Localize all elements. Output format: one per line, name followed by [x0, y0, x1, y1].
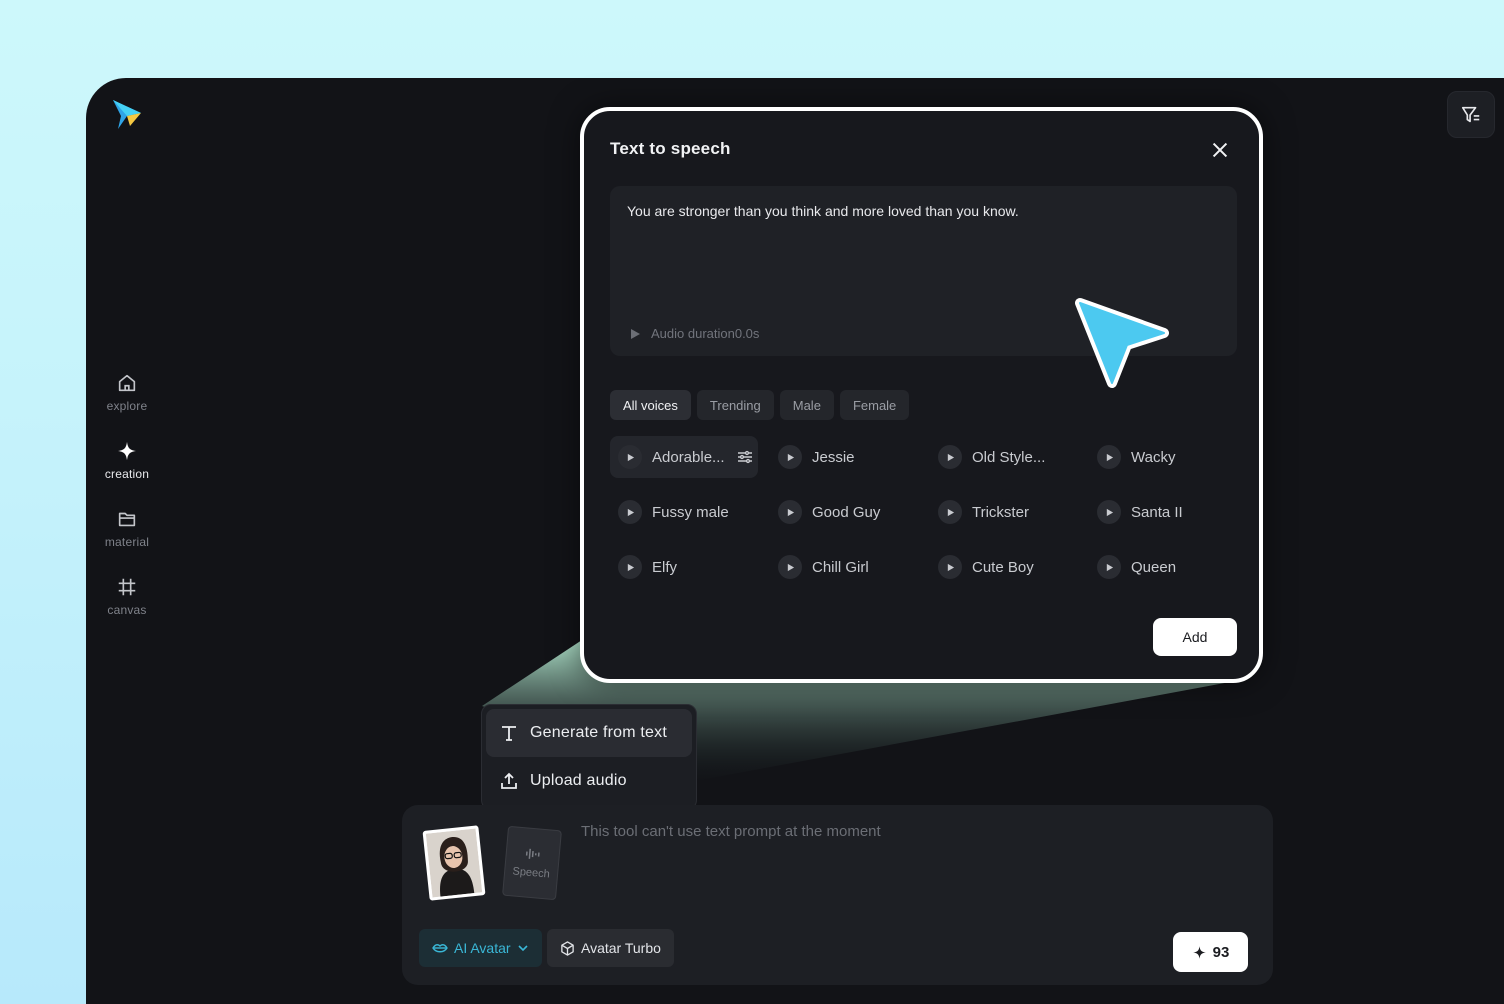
play-icon[interactable]: [778, 445, 802, 469]
voice-item[interactable]: Queen: [1089, 546, 1237, 588]
sidebar-item-material[interactable]: material: [86, 504, 168, 572]
filter-icon: [1461, 106, 1480, 122]
voice-name: Queen: [1131, 558, 1177, 576]
upload-icon: [501, 772, 517, 789]
cube-icon: [561, 940, 574, 956]
voice-name: Wacky: [1131, 448, 1176, 466]
avatar-turbo-label: Avatar Turbo: [581, 940, 661, 956]
play-icon[interactable]: [938, 445, 962, 469]
voice-item[interactable]: Jessie: [770, 436, 918, 478]
menu-item-label: Generate from text: [530, 724, 667, 741]
close-icon[interactable]: [1209, 139, 1231, 161]
tab-male[interactable]: Male: [779, 390, 834, 420]
home-icon: [118, 374, 136, 392]
voice-name: Trickster: [972, 503, 1029, 521]
play-icon[interactable]: [778, 555, 802, 579]
play-icon[interactable]: [618, 445, 642, 469]
ai-avatar-label: AI Avatar: [454, 940, 511, 956]
folder-icon: [118, 512, 136, 527]
frame-icon: [118, 578, 136, 596]
tab-female[interactable]: Female: [839, 390, 910, 420]
menu-item-generate-from-text[interactable]: Generate from text: [486, 709, 692, 757]
sidebar-item-creation[interactable]: creation: [86, 436, 168, 504]
voice-name: Good Guy: [812, 503, 881, 521]
pointer-cursor-icon: [1075, 298, 1169, 388]
voice-item[interactable]: Santa II: [1089, 491, 1237, 533]
tab-trending[interactable]: Trending: [696, 390, 774, 420]
avatar-thumbnail[interactable]: [422, 825, 486, 901]
tab-all-voices[interactable]: All voices: [610, 390, 691, 420]
play-icon[interactable]: [1097, 555, 1121, 579]
dialog-title: Text to speech: [610, 139, 731, 158]
voice-item[interactable]: Fussy male: [610, 491, 758, 533]
audio-duration: Audio duration0.0s: [629, 326, 759, 341]
sidebar-nav: explore creation material canvas: [86, 368, 168, 640]
voice-name: Fussy male: [652, 503, 729, 521]
prompt-placeholder: This tool can't use text prompt at the m…: [581, 823, 881, 840]
play-icon[interactable]: [618, 500, 642, 524]
app-logo[interactable]: [110, 98, 144, 132]
voice-item[interactable]: Trickster: [930, 491, 1078, 533]
speech-thumbnail[interactable]: Speech: [502, 825, 562, 901]
sliders-icon[interactable]: [737, 450, 753, 464]
voice-item[interactable]: Old Style...: [930, 436, 1078, 478]
voice-name: Chill Girl: [812, 558, 869, 576]
play-icon[interactable]: [618, 555, 642, 579]
voice-name: Adorable...: [652, 448, 725, 466]
voice-name: Cute Boy: [972, 558, 1034, 576]
audio-source-menu: Generate from text Upload audio: [481, 704, 697, 810]
voice-filter-tabs: All voices Trending Male Female: [610, 390, 910, 420]
voice-item[interactable]: Good Guy: [770, 491, 918, 533]
ai-avatar-dropdown[interactable]: AI Avatar: [419, 929, 542, 967]
voice-item[interactable]: Adorable...: [610, 436, 758, 478]
sparkle-icon: [1192, 945, 1206, 959]
credits-count: 93: [1212, 943, 1230, 961]
voice-item[interactable]: Wacky: [1089, 436, 1237, 478]
sidebar-item-label: explore: [106, 399, 148, 413]
speech-text-value: You are stronger than you think and more…: [627, 203, 1019, 219]
generate-button[interactable]: 93: [1173, 932, 1248, 972]
menu-item-upload-audio[interactable]: Upload audio: [486, 757, 692, 805]
speech-thumbnail-label: Speech: [512, 865, 551, 881]
sidebar-item-label: creation: [104, 467, 150, 481]
voice-item[interactable]: Cute Boy: [930, 546, 1078, 588]
voice-name: Old Style...: [972, 448, 1046, 466]
avatar-turbo-button[interactable]: Avatar Turbo: [547, 929, 674, 967]
filter-button[interactable]: [1447, 91, 1495, 138]
voice-name: Jessie: [812, 448, 855, 466]
voice-name: Elfy: [652, 558, 678, 576]
lips-icon: [432, 944, 448, 953]
add-button[interactable]: Add: [1153, 618, 1237, 656]
play-icon[interactable]: [938, 555, 962, 579]
text-icon: [502, 726, 516, 741]
sidebar-item-label: canvas: [107, 603, 147, 617]
sidebar-item-explore[interactable]: explore: [86, 368, 168, 436]
sidebar-item-canvas[interactable]: canvas: [86, 572, 168, 640]
sparkle-icon: [117, 441, 137, 461]
play-icon[interactable]: [1097, 500, 1121, 524]
sidebar-item-label: material: [104, 535, 150, 549]
audio-duration-label: Audio duration0.0s: [651, 326, 760, 341]
play-icon[interactable]: [938, 500, 962, 524]
voice-item[interactable]: Chill Girl: [770, 546, 918, 588]
voice-item[interactable]: Elfy: [610, 546, 758, 588]
chevron-down-icon: [517, 945, 528, 952]
play-icon[interactable]: [1097, 445, 1121, 469]
play-icon[interactable]: [778, 500, 802, 524]
voice-name: Santa II: [1131, 503, 1183, 521]
play-icon[interactable]: [629, 328, 641, 340]
avatar-portrait-icon: [425, 828, 483, 898]
text-to-speech-dialog: Text to speech You are stronger than you…: [580, 107, 1263, 683]
menu-item-label: Upload audio: [530, 772, 627, 789]
waveform-icon: [525, 848, 540, 859]
